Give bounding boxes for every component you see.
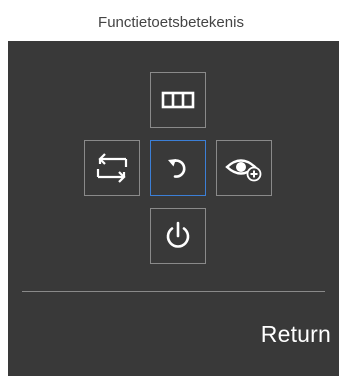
divider: [22, 291, 325, 292]
menu-icon: [161, 91, 195, 109]
power-key-down[interactable]: [150, 208, 206, 264]
menu-key-up[interactable]: [150, 72, 206, 128]
eye-saver-icon: [225, 159, 262, 182]
power-icon: [166, 221, 190, 248]
return-icon: [168, 159, 186, 178]
return-key-center[interactable]: [150, 140, 206, 196]
source-key-left[interactable]: [84, 140, 140, 196]
page-title: Functietoetsbetekenis: [98, 14, 244, 31]
source-switch-icon: [96, 153, 128, 183]
function-label: Return: [260, 321, 331, 347]
function-key-panel: Return: [8, 41, 339, 376]
eye-saver-key-right[interactable]: [216, 140, 272, 196]
